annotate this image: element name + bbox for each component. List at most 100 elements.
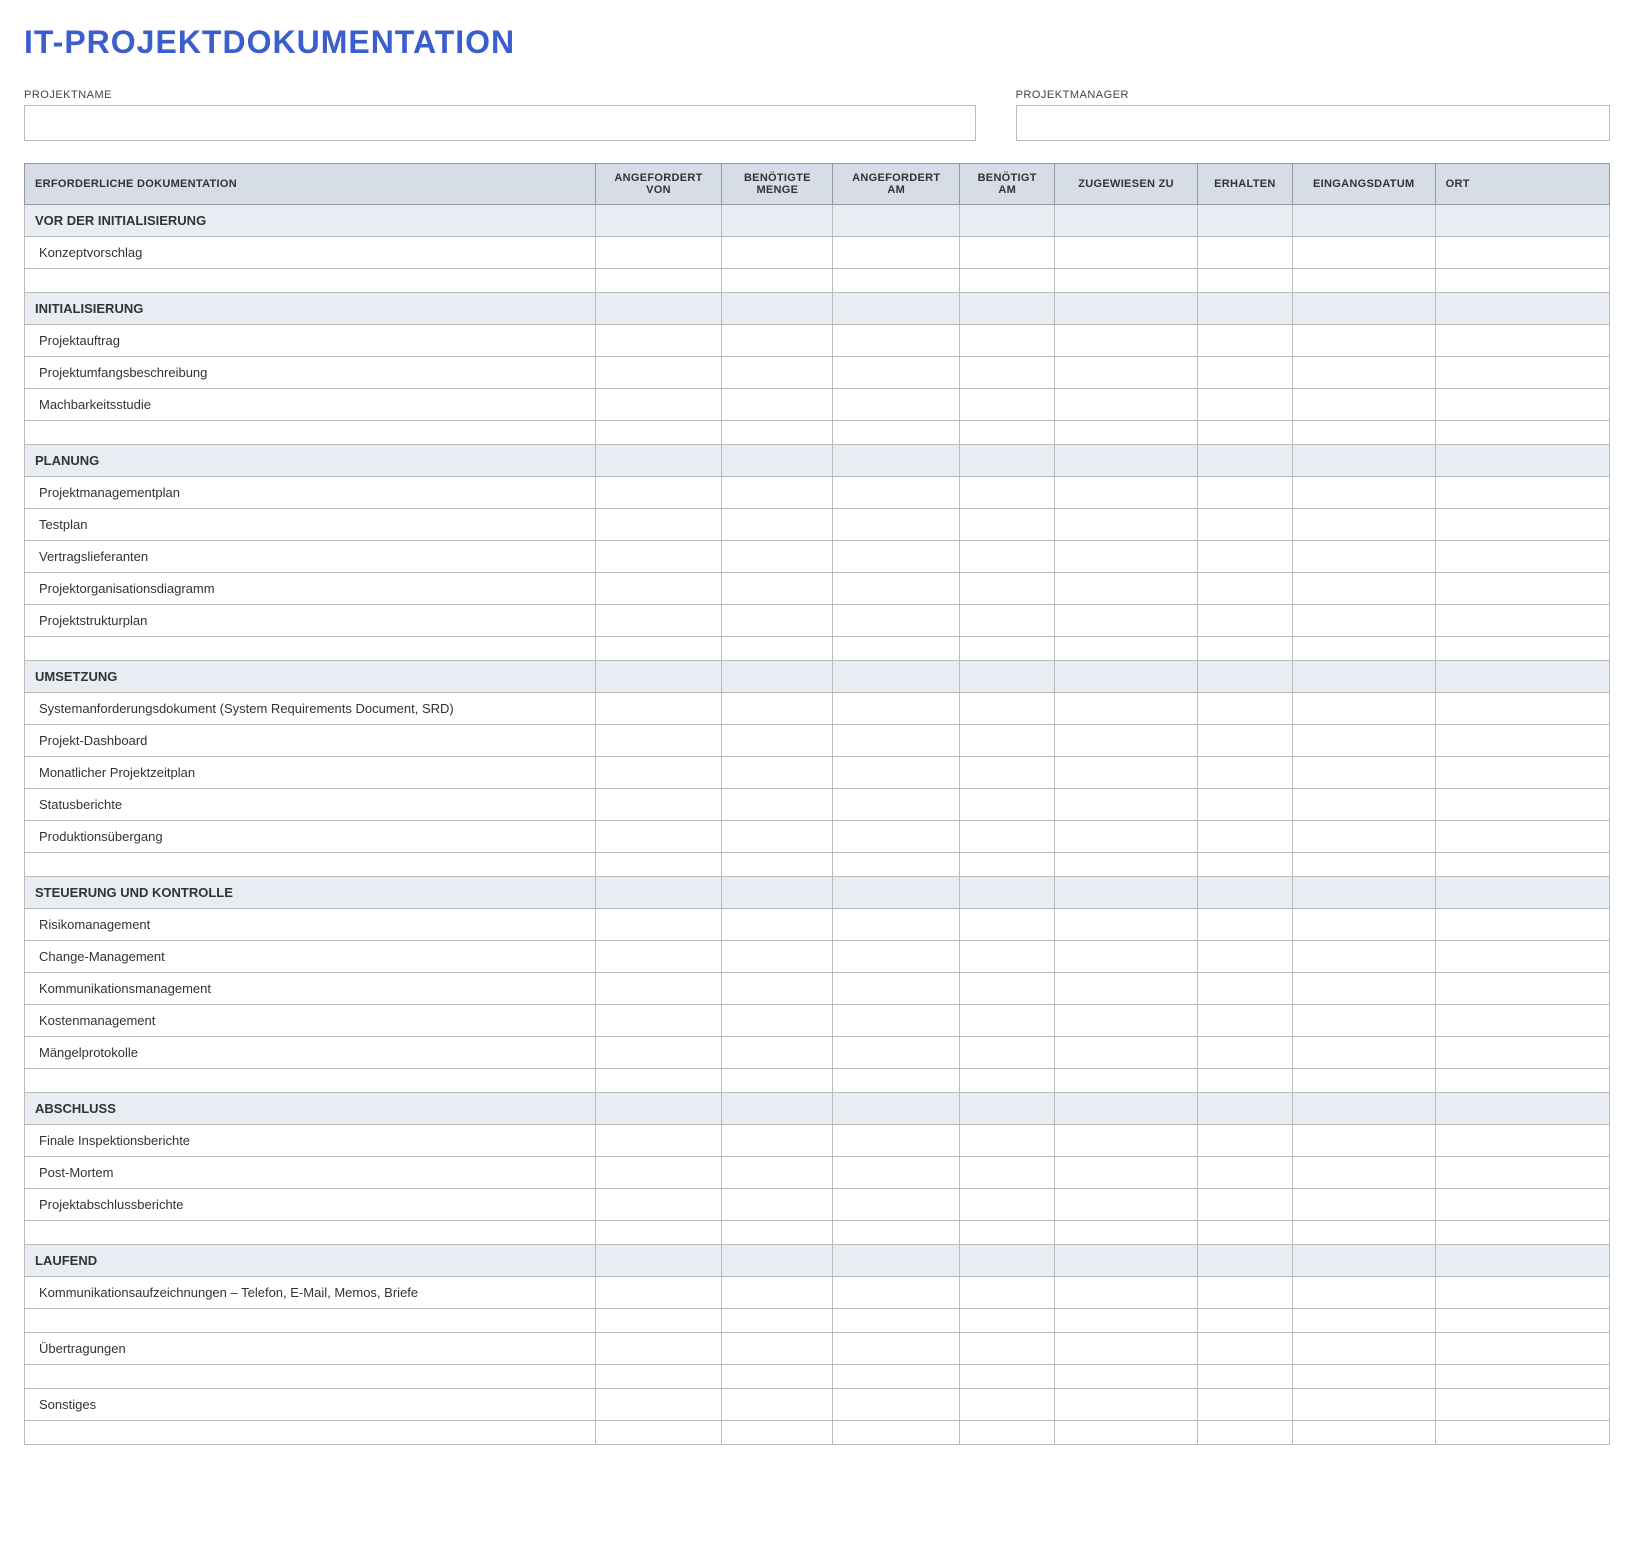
- table-cell[interactable]: [833, 821, 960, 853]
- table-cell[interactable]: [722, 1221, 833, 1245]
- doc-name-cell[interactable]: Monatlicher Projektzeitplan: [25, 757, 596, 789]
- table-cell[interactable]: [595, 1093, 722, 1125]
- table-cell[interactable]: [960, 605, 1055, 637]
- table-cell[interactable]: [595, 789, 722, 821]
- table-cell[interactable]: [722, 757, 833, 789]
- table-cell[interactable]: [722, 725, 833, 757]
- table-cell[interactable]: [1292, 1005, 1435, 1037]
- table-cell[interactable]: [1435, 1069, 1609, 1093]
- table-cell[interactable]: [960, 325, 1055, 357]
- table-cell[interactable]: [833, 293, 960, 325]
- table-cell[interactable]: [1292, 1069, 1435, 1093]
- table-cell[interactable]: [1055, 1365, 1198, 1389]
- table-cell[interactable]: [960, 1365, 1055, 1389]
- table-cell[interactable]: [960, 1245, 1055, 1277]
- table-cell[interactable]: [722, 1005, 833, 1037]
- table-cell[interactable]: [1292, 1157, 1435, 1189]
- table-cell[interactable]: [595, 1069, 722, 1093]
- table-cell[interactable]: [722, 1333, 833, 1365]
- table-cell[interactable]: [1197, 605, 1292, 637]
- table-cell[interactable]: [833, 421, 960, 445]
- table-cell[interactable]: [1055, 509, 1198, 541]
- table-cell[interactable]: [1435, 1389, 1609, 1421]
- table-cell[interactable]: [1055, 1069, 1198, 1093]
- table-cell[interactable]: [1435, 661, 1609, 693]
- table-cell[interactable]: [1435, 821, 1609, 853]
- table-cell[interactable]: [1292, 757, 1435, 789]
- table-cell[interactable]: [833, 1245, 960, 1277]
- table-cell[interactable]: [960, 421, 1055, 445]
- table-cell[interactable]: [1197, 477, 1292, 509]
- table-cell[interactable]: [1197, 909, 1292, 941]
- table-cell[interactable]: [960, 1333, 1055, 1365]
- table-cell[interactable]: [595, 1189, 722, 1221]
- table-cell[interactable]: [960, 853, 1055, 877]
- table-cell[interactable]: [1292, 1037, 1435, 1069]
- table-cell[interactable]: [1435, 1421, 1609, 1445]
- table-cell[interactable]: [1292, 389, 1435, 421]
- table-cell[interactable]: [595, 1277, 722, 1309]
- table-cell[interactable]: [1292, 1245, 1435, 1277]
- table-cell[interactable]: [1197, 325, 1292, 357]
- table-cell[interactable]: [25, 853, 596, 877]
- table-cell[interactable]: [1435, 1189, 1609, 1221]
- table-cell[interactable]: [595, 757, 722, 789]
- table-cell[interactable]: [1292, 661, 1435, 693]
- doc-name-cell[interactable]: Konzeptvorschlag: [25, 237, 596, 269]
- table-cell[interactable]: [1435, 293, 1609, 325]
- table-cell[interactable]: [1292, 293, 1435, 325]
- table-cell[interactable]: [1055, 1309, 1198, 1333]
- table-cell[interactable]: [722, 573, 833, 605]
- table-cell[interactable]: [1435, 1037, 1609, 1069]
- table-cell[interactable]: [1292, 1389, 1435, 1421]
- table-cell[interactable]: [1292, 1309, 1435, 1333]
- doc-name-cell[interactable]: Übertragungen: [25, 1333, 596, 1365]
- table-cell[interactable]: [1197, 1093, 1292, 1125]
- table-cell[interactable]: [25, 1221, 596, 1245]
- table-cell[interactable]: [722, 1389, 833, 1421]
- table-cell[interactable]: [595, 1389, 722, 1421]
- table-cell[interactable]: [1197, 1005, 1292, 1037]
- table-cell[interactable]: [960, 1277, 1055, 1309]
- table-cell[interactable]: [722, 821, 833, 853]
- table-cell[interactable]: [1435, 573, 1609, 605]
- table-cell[interactable]: [1435, 1245, 1609, 1277]
- table-cell[interactable]: [1197, 1309, 1292, 1333]
- table-cell[interactable]: [960, 573, 1055, 605]
- table-cell[interactable]: [1197, 757, 1292, 789]
- table-cell[interactable]: [1435, 509, 1609, 541]
- table-cell[interactable]: [1197, 357, 1292, 389]
- table-cell[interactable]: [960, 237, 1055, 269]
- table-cell[interactable]: [1435, 757, 1609, 789]
- table-cell[interactable]: [960, 973, 1055, 1005]
- table-cell[interactable]: [833, 573, 960, 605]
- table-cell[interactable]: [1292, 237, 1435, 269]
- table-cell[interactable]: [595, 725, 722, 757]
- doc-name-cell[interactable]: Sonstiges: [25, 1389, 596, 1421]
- table-cell[interactable]: [1435, 205, 1609, 237]
- table-cell[interactable]: [1435, 325, 1609, 357]
- table-cell[interactable]: [1055, 693, 1198, 725]
- table-cell[interactable]: [722, 789, 833, 821]
- table-cell[interactable]: [1055, 1093, 1198, 1125]
- table-cell[interactable]: [595, 477, 722, 509]
- doc-name-cell[interactable]: Projektmanagementplan: [25, 477, 596, 509]
- table-cell[interactable]: [833, 1309, 960, 1333]
- table-cell[interactable]: [1197, 445, 1292, 477]
- doc-name-cell[interactable]: Vertragslieferanten: [25, 541, 596, 573]
- table-cell[interactable]: [1197, 573, 1292, 605]
- doc-name-cell[interactable]: Testplan: [25, 509, 596, 541]
- table-cell[interactable]: [833, 389, 960, 421]
- table-cell[interactable]: [960, 1125, 1055, 1157]
- table-cell[interactable]: [1197, 541, 1292, 573]
- table-cell[interactable]: [1055, 357, 1198, 389]
- table-cell[interactable]: [1055, 1221, 1198, 1245]
- table-cell[interactable]: [1197, 1189, 1292, 1221]
- table-cell[interactable]: [1055, 421, 1198, 445]
- table-cell[interactable]: [595, 509, 722, 541]
- table-cell[interactable]: [1197, 205, 1292, 237]
- table-cell[interactable]: [1197, 693, 1292, 725]
- table-cell[interactable]: [595, 1421, 722, 1445]
- table-cell[interactable]: [1055, 789, 1198, 821]
- table-cell[interactable]: [1435, 269, 1609, 293]
